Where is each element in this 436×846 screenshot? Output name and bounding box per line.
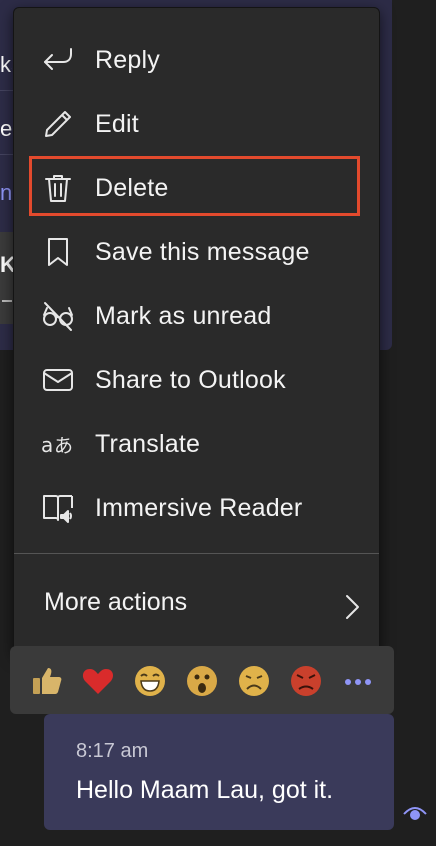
translate-icon: a あ <box>41 427 75 461</box>
heart-reaction-icon[interactable] <box>81 664 115 698</box>
menu-item-immersive-reader[interactable]: Immersive Reader <box>14 480 379 536</box>
reply-icon <box>41 43 75 77</box>
menu-item-save-message[interactable]: Save this message <box>14 224 379 280</box>
more-actions-label: More actions <box>44 588 188 616</box>
delete-highlight-box <box>29 156 360 216</box>
unread-glasses-icon <box>41 299 75 333</box>
menu-item-edit[interactable]: Edit <box>14 96 379 152</box>
like-reaction-icon[interactable] <box>30 664 64 698</box>
menu-item-label: Save this message <box>95 237 310 266</box>
more-actions-item[interactable]: More actions <box>14 574 379 634</box>
menu-item-mark-unread[interactable]: Mark as unread <box>14 288 379 344</box>
teams-chat-screen: ka e n K Reply <box>0 0 436 846</box>
message-context-menu: Reply Edit Delete Save this message Mark… <box>13 7 380 655</box>
laugh-reaction-icon[interactable] <box>133 664 167 698</box>
background-divider <box>0 154 14 155</box>
sent-message-bubble[interactable]: 8:17 am Hello Maam Lau, got it. <box>44 714 394 830</box>
message-timestamp: 8:17 am <box>76 740 149 762</box>
more-reactions-icon[interactable] <box>341 664 375 698</box>
seen-eye-icon <box>402 800 428 826</box>
menu-item-label: Mark as unread <box>95 301 272 330</box>
chevron-right-icon <box>341 592 363 622</box>
background-divider <box>0 90 14 91</box>
background-attachment-card: K <box>0 232 16 324</box>
menu-item-translate[interactable]: a あ Translate <box>14 416 379 472</box>
svg-text:a: a <box>41 433 53 457</box>
menu-item-label: Share to Outlook <box>95 365 286 394</box>
angry-reaction-icon[interactable] <box>289 664 323 698</box>
menu-divider <box>14 553 379 554</box>
background-link-fragment: n <box>0 180 12 205</box>
pencil-icon <box>41 107 75 141</box>
immersive-reader-icon <box>41 491 75 525</box>
reactions-bar <box>10 646 394 714</box>
menu-item-label: Immersive Reader <box>95 493 303 522</box>
surprised-reaction-icon[interactable] <box>185 664 219 698</box>
menu-item-reply[interactable]: Reply <box>14 32 379 88</box>
background-text-fragment: ka <box>0 52 12 77</box>
menu-item-label: Edit <box>95 109 139 138</box>
menu-item-label: Reply <box>95 45 160 74</box>
background-text-fragment: e <box>0 116 12 141</box>
bookmark-icon <box>41 235 75 269</box>
svg-text:あ: あ <box>54 435 73 457</box>
background-card-line <box>2 300 12 302</box>
mail-icon <box>41 363 75 397</box>
message-text: Hello Maam Lau, got it. <box>76 776 334 804</box>
menu-item-label: Translate <box>95 429 201 458</box>
menu-item-share-outlook[interactable]: Share to Outlook <box>14 352 379 408</box>
sad-reaction-icon[interactable] <box>237 664 271 698</box>
